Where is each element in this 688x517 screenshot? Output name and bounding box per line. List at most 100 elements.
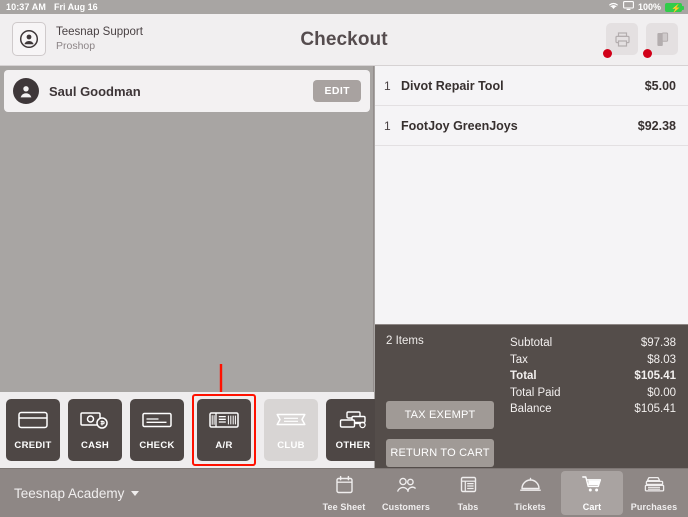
edit-customer-button[interactable]: EDIT [313, 80, 361, 102]
current-user-chip[interactable]: Teesnap Support Proshop [12, 22, 143, 56]
app-header: Teesnap Support Proshop Checkout [0, 14, 688, 66]
nav-label: Customers [382, 501, 430, 512]
item-name: FootJoy GreenJoys [401, 118, 518, 133]
card-reader-button[interactable] [643, 23, 678, 58]
nav-label: Purchases [630, 501, 678, 512]
return-to-cart-button[interactable]: RETURN TO CART [386, 439, 494, 467]
nav-item-cart[interactable]: Cart [561, 471, 623, 515]
cash-register-icon [644, 475, 665, 499]
totals-line-subtotal: Subtotal $97.38 [510, 335, 676, 352]
payment-ar-highlight: A/R [192, 394, 256, 466]
nav-item-tabs[interactable]: Tabs [437, 471, 499, 515]
cart-items-list: 1 Divot Repair Tool $5.00 1 FootJoy Gree… [375, 66, 688, 324]
payment-method-club[interactable]: CLUB [264, 399, 318, 461]
label: Balance [510, 403, 552, 415]
wifi-icon [608, 0, 619, 14]
label: Total Paid [510, 386, 561, 399]
status-time: 10:37 AM [6, 2, 46, 12]
item-qty: 1 [384, 118, 391, 133]
printer-button[interactable] [603, 23, 638, 58]
academy-label: Teesnap Academy [14, 485, 125, 501]
nav-items: Tee Sheet Customers Tabs Tickets Cart Pu… [313, 471, 685, 515]
checkout-screen: 10:37 AM Fri Aug 16 100% ⚡ Teesnap Suppo… [0, 0, 688, 517]
nav-label: Tee Sheet [322, 501, 366, 512]
items-count: 2 Items [386, 335, 424, 347]
calendar-icon [335, 475, 354, 499]
payment-label-other: OTHER [335, 439, 371, 451]
table-row[interactable]: 1 FootJoy GreenJoys $92.38 [375, 106, 688, 146]
payment-club-wrap: CLUB [264, 399, 318, 461]
payment-label-cash: CASH [80, 439, 110, 451]
shopping-cart-icon [581, 475, 603, 499]
payment-method-credit[interactable]: CREDIT [6, 399, 60, 461]
check-icon [142, 410, 172, 435]
table-row[interactable]: 1 Divot Repair Tool $5.00 [375, 66, 688, 106]
nav-item-tee-sheet[interactable]: Tee Sheet [313, 471, 375, 515]
invoice-icon [209, 410, 239, 435]
nav-label: Tickets [514, 501, 546, 512]
tax-exempt-button[interactable]: TAX EXEMPT [386, 401, 494, 429]
ticket-icon [276, 410, 306, 435]
user-avatar-icon [13, 78, 39, 104]
customer-name: Saul Goodman [49, 83, 141, 99]
value: $8.03 [647, 353, 676, 366]
user-name: Teesnap Support [56, 26, 143, 39]
payment-other-wrap: OTHER [326, 399, 380, 461]
payment-methods-tray: CREDIT CASH CHECK A/R CLUB OTHER [0, 392, 380, 468]
payment-label-credit: CREDIT [14, 439, 52, 451]
value: $105.41 [634, 403, 676, 415]
ios-status-bar: 10:37 AM Fri Aug 16 100% ⚡ [0, 0, 688, 14]
payment-method-check[interactable]: CHECK [130, 399, 184, 461]
value: $105.41 [634, 370, 676, 382]
value: $97.38 [640, 337, 676, 349]
payment-label-club: CLUB [277, 439, 305, 451]
nav-item-purchases[interactable]: Purchases [623, 471, 685, 515]
nav-item-customers[interactable]: Customers [375, 471, 437, 515]
totals-line-total-paid: Total Paid $0.00 [510, 385, 676, 402]
payment-method-cash[interactable]: CASH [68, 399, 122, 461]
item-qty: 1 [384, 78, 391, 93]
airplay-icon [623, 0, 634, 14]
academy-menu[interactable]: Teesnap Academy [14, 469, 140, 517]
user-role: Proshop [56, 39, 96, 52]
payment-label-ar: A/R [215, 439, 233, 451]
header-actions [603, 23, 678, 58]
nav-label: Tabs [457, 501, 479, 512]
people-icon [396, 475, 417, 499]
payment-check-wrap: CHECK [130, 399, 184, 461]
label: Subtotal [510, 337, 553, 349]
credit-card-icon [18, 410, 48, 435]
customer-card[interactable]: Saul Goodman EDIT [4, 70, 370, 112]
payment-cash-wrap: CASH [68, 399, 122, 461]
cash-coin-icon [80, 410, 110, 435]
payment-credit-wrap: CREDIT [6, 399, 60, 461]
label: Tax [510, 353, 528, 366]
totals-panel: 2 Items TAX EXEMPT RETURN TO CART Subtot… [375, 324, 688, 468]
totals-line-tax: Tax $8.03 [510, 352, 676, 369]
card-reader-alert-dot [643, 49, 652, 58]
nav-item-tickets[interactable]: Tickets [499, 471, 561, 515]
totals-line-balance: Balance $105.41 [510, 401, 676, 418]
status-indicators: 100% ⚡ [608, 0, 684, 14]
user-info: Teesnap Support Proshop [56, 26, 143, 51]
payment-label-check: CHECK [139, 439, 175, 451]
payment-method-other[interactable]: OTHER [326, 399, 380, 461]
tabs-grid-icon [459, 475, 478, 499]
user-circle-icon [12, 22, 46, 56]
payment-method-ar[interactable]: A/R [197, 399, 251, 461]
totals-line-total: Total $105.41 [510, 368, 676, 385]
chevron-down-icon [131, 490, 140, 496]
item-price: $92.38 [637, 118, 676, 133]
cards-stack-icon [338, 410, 368, 435]
battery-percent: 100% [637, 2, 661, 12]
value: $0.00 [647, 386, 676, 399]
totals-lines: Subtotal $97.38 Tax $8.03 Total $105.41 … [498, 335, 676, 467]
status-date: Fri Aug 16 [53, 2, 98, 12]
bottom-nav-bar: Teesnap Academy Tee Sheet Customers Tabs… [0, 468, 688, 517]
battery-charging-icon: ⚡ [665, 2, 684, 13]
printer-alert-dot [603, 49, 612, 58]
nav-label: Cart [582, 501, 602, 512]
item-price: $5.00 [644, 78, 676, 93]
food-cloche-icon [519, 475, 541, 499]
item-name: Divot Repair Tool [401, 78, 504, 93]
